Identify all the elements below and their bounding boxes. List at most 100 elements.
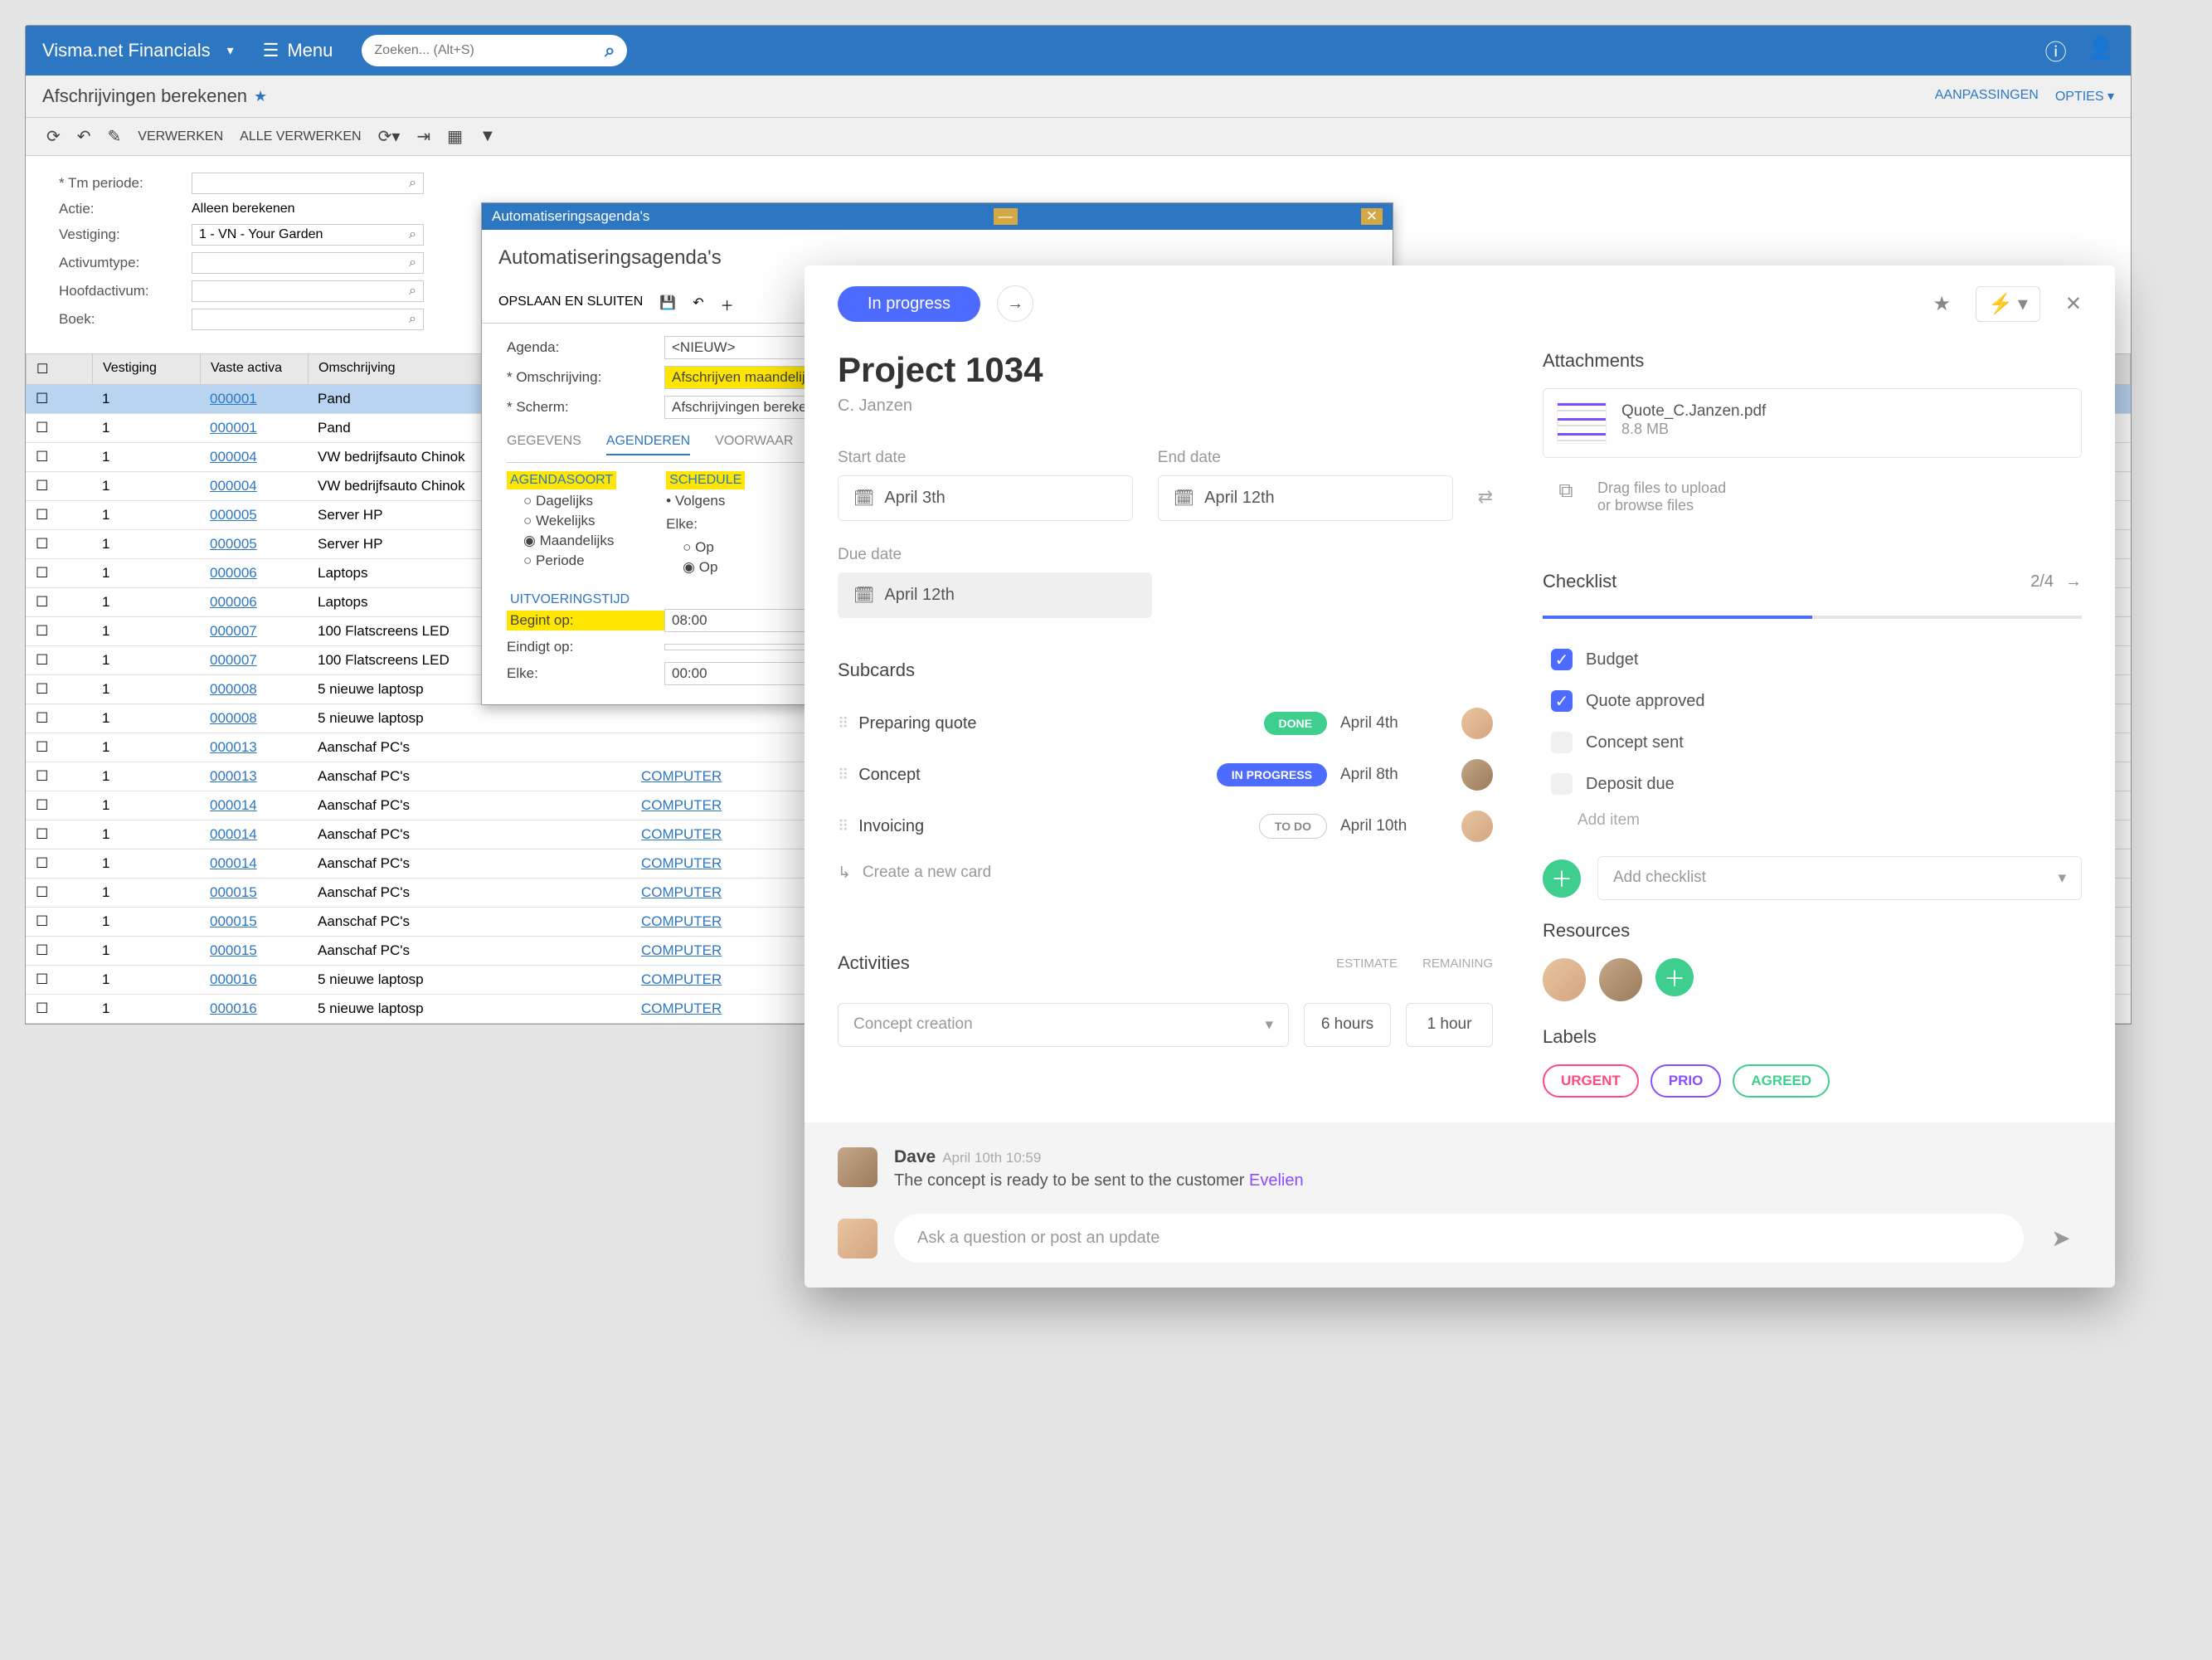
column-vaste-activa[interactable]: Vaste activa: [201, 354, 309, 384]
advance-status-button[interactable]: →: [997, 285, 1033, 322]
add-resource-button[interactable]: ＋: [1655, 958, 1694, 996]
lookup-icon[interactable]: ⌕: [409, 312, 416, 327]
assignee-avatar[interactable]: [1461, 708, 1493, 739]
automation-button[interactable]: ⚡▾: [1976, 286, 2040, 322]
drag-handle-icon[interactable]: ⠿: [838, 767, 845, 784]
modal-titlebar[interactable]: Automatiseringsagenda's — ✕: [482, 203, 1393, 230]
form-input-tm[interactable]: ⌕: [192, 173, 424, 194]
help-icon[interactable]: ⓘ: [2045, 36, 2067, 66]
compose-input[interactable]: Ask a question or post an update: [894, 1214, 2024, 1263]
lookup-icon[interactable]: ⌕: [409, 227, 416, 242]
file-drop-area[interactable]: ⧉ Drag files to upload or browse files: [1543, 473, 2082, 521]
filter-icon[interactable]: ▼: [479, 127, 496, 146]
resource-avatar[interactable]: [1543, 958, 1586, 1001]
radio-periode[interactable]: ○ Periode: [523, 553, 616, 569]
search-input-wrapper[interactable]: ⌕: [362, 35, 627, 66]
attachment-item[interactable]: Quote_C.Janzen.pdf 8.8 MB: [1543, 388, 2082, 458]
add-icon[interactable]: ＋: [721, 295, 734, 314]
search-input[interactable]: [374, 43, 605, 58]
estimate-value[interactable]: 6 hours: [1304, 1003, 1391, 1047]
options-link[interactable]: OPTIES ▾: [2055, 88, 2114, 105]
checklist-item[interactable]: ✓Budget: [1551, 639, 2073, 680]
field-value[interactable]: Afschrijven maandelijks: [664, 366, 827, 389]
field-value[interactable]: 00:00: [664, 662, 814, 685]
form-input-hoofdactivum[interactable]: ⌕: [192, 280, 424, 302]
subcard-row[interactable]: ⠿Preparing quoteDONEApril 4th: [838, 698, 1493, 749]
form-input-boek[interactable]: ⌕: [192, 309, 424, 330]
label-pill[interactable]: PRIO: [1650, 1064, 1722, 1098]
undo-icon[interactable]: ↶: [77, 126, 91, 147]
assignee-avatar[interactable]: [1461, 811, 1493, 842]
checklist-item[interactable]: ✓Quote approved: [1551, 680, 2073, 722]
lookup-icon[interactable]: ⌕: [409, 256, 416, 270]
checklist-item[interactable]: Concept sent: [1551, 722, 2073, 763]
user-icon[interactable]: 👤: [2088, 36, 2114, 66]
lookup-icon[interactable]: ⌕: [409, 176, 416, 191]
arrow-right-icon[interactable]: →: [2065, 572, 2082, 591]
favorite-star-icon[interactable]: ★: [254, 88, 267, 105]
brand-dropdown-icon[interactable]: ▾: [227, 42, 234, 59]
adjustments-link[interactable]: AANPASSINGEN: [1935, 88, 2039, 105]
resource-avatar[interactable]: [1599, 958, 1642, 1001]
form-input-activumtype[interactable]: ⌕: [192, 252, 424, 274]
menu-button[interactable]: ☰ Menu: [250, 40, 346, 61]
remaining-value[interactable]: 1 hour: [1406, 1003, 1493, 1047]
tab-gegevens[interactable]: GEGEVENS: [507, 434, 581, 455]
lookup-icon[interactable]: ⌕: [409, 284, 416, 299]
checklist-item[interactable]: Deposit due: [1551, 763, 2073, 805]
refresh-icon[interactable]: ⟳: [46, 126, 61, 147]
form-input-vestiging[interactable]: 1 - VN - Your Garden⌕: [192, 224, 424, 246]
status-pill[interactable]: In progress: [838, 286, 980, 322]
export-icon[interactable]: ⇥: [416, 126, 430, 147]
alle-verwerken-button[interactable]: ALLE VERWERKEN: [240, 129, 361, 144]
field-value[interactable]: [664, 644, 814, 650]
radio-wekelijks[interactable]: ○ Wekelijks: [523, 513, 616, 529]
end-date-picker[interactable]: 🗓April 12th: [1158, 475, 1453, 521]
drag-handle-icon[interactable]: ⠿: [838, 818, 845, 835]
send-button[interactable]: ➤: [2040, 1218, 2082, 1259]
checkbox[interactable]: [1551, 773, 1573, 795]
subcard-row[interactable]: ⠿InvoicingTO DOApril 10th: [838, 801, 1493, 852]
tab-voorwaar[interactable]: VOORWAAR: [715, 434, 793, 455]
checkbox[interactable]: ✓: [1551, 690, 1573, 712]
activity-select[interactable]: Concept creation▾: [838, 1003, 1289, 1047]
label-pill[interactable]: URGENT: [1543, 1064, 1639, 1098]
start-date-picker[interactable]: 🗓April 3th: [838, 475, 1133, 521]
field-value[interactable]: 08:00: [664, 609, 814, 632]
label-pill[interactable]: AGREED: [1733, 1064, 1830, 1098]
drag-handle-icon[interactable]: ⠿: [838, 715, 845, 733]
column-checkbox[interactable]: ☐: [27, 354, 93, 384]
end-date-label: End date: [1158, 449, 1453, 467]
verwerken-button[interactable]: VERWERKEN: [138, 129, 223, 144]
save-icon[interactable]: 💾: [659, 295, 676, 314]
save-close-button[interactable]: OPSLAAN EN SLUITEN: [498, 295, 643, 314]
tab-agenderen[interactable]: AGENDEREN: [606, 434, 690, 455]
assignee-avatar[interactable]: [1461, 759, 1493, 791]
create-card-button[interactable]: ↳ Create a new card: [838, 852, 1493, 894]
search-icon[interactable]: ⌕: [605, 40, 615, 61]
radio-dagelijks[interactable]: ○ Dagelijks: [523, 493, 616, 509]
refresh-dropdown-icon[interactable]: ⟳▾: [378, 126, 401, 147]
radio-maandelijks[interactable]: ◉ Maandelijks: [523, 533, 616, 549]
checkbox[interactable]: [1551, 732, 1573, 753]
due-date-picker[interactable]: 🗓April 12th: [838, 572, 1152, 618]
field-value[interactable]: <NIEUW>: [664, 336, 814, 359]
modal-close[interactable]: ✕: [1361, 208, 1383, 225]
checkbox[interactable]: ✓: [1551, 649, 1573, 670]
mention[interactable]: Evelien: [1249, 1171, 1304, 1190]
star-icon[interactable]: ★: [1932, 292, 1951, 316]
grid-icon[interactable]: ▦: [447, 126, 463, 147]
sync-dates-icon[interactable]: ⇄: [1478, 486, 1493, 521]
column-vestiging[interactable]: Vestiging: [93, 354, 201, 384]
add-item-button[interactable]: Add item: [1578, 805, 2082, 836]
close-icon[interactable]: ✕: [2065, 292, 2082, 316]
modal-minimize[interactable]: —: [994, 208, 1018, 225]
radio-op2[interactable]: ◉ Op: [683, 559, 745, 576]
radio-op1[interactable]: ○ Op: [683, 539, 745, 556]
browse-link[interactable]: or browse files: [1597, 497, 1726, 514]
edit-icon[interactable]: ✎: [108, 126, 122, 147]
add-checklist-input[interactable]: Add checklist▾: [1597, 856, 2082, 900]
subcard-row[interactable]: ⠿ConceptIN PROGRESSApril 8th: [838, 749, 1493, 801]
add-checklist-button[interactable]: ＋: [1543, 859, 1581, 898]
undo-icon[interactable]: ↶: [693, 295, 703, 314]
